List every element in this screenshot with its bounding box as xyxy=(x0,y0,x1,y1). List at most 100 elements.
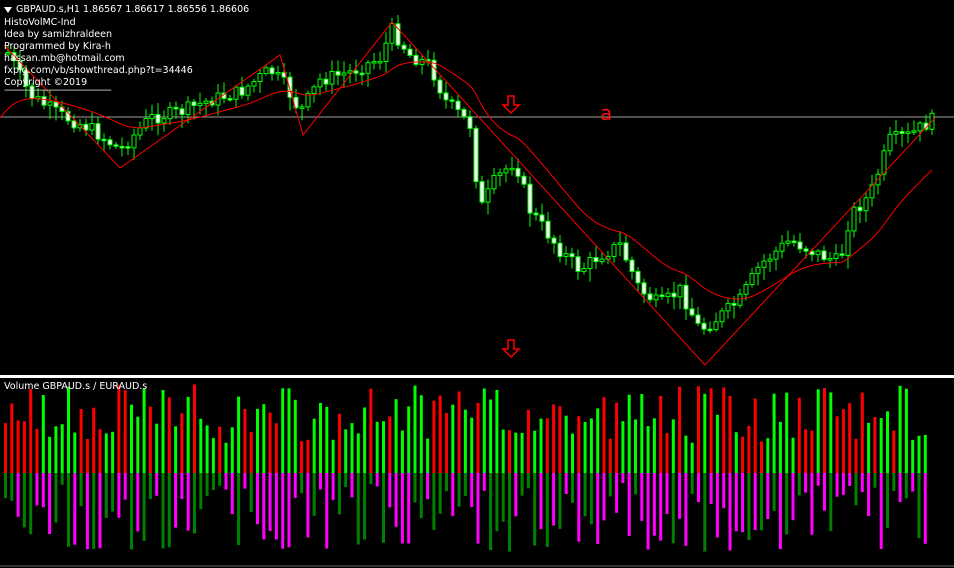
volume-pane[interactable] xyxy=(0,378,954,568)
candle-body xyxy=(155,113,161,124)
volume-bar-down xyxy=(722,473,726,509)
volume-bar-up xyxy=(199,418,203,473)
candle-body xyxy=(89,123,95,131)
volume-bar-down xyxy=(142,473,146,541)
volume-bar-up xyxy=(508,430,511,473)
volume-bar-down xyxy=(785,473,789,535)
volume-bar-up xyxy=(646,426,650,473)
volume-bar-up xyxy=(325,406,329,473)
candle-body xyxy=(113,144,119,147)
candle-body xyxy=(647,293,653,301)
volume-bar-up xyxy=(867,422,871,473)
volume-bar-down xyxy=(22,473,26,528)
candle-body xyxy=(917,122,923,132)
volume-bar-up xyxy=(111,431,115,473)
candle-body xyxy=(455,100,461,111)
volume-bar-down xyxy=(199,473,203,510)
volume-bar-down xyxy=(463,473,467,497)
volume-bar-down xyxy=(48,473,52,535)
candle-body xyxy=(707,328,713,332)
volume-bar-down xyxy=(186,473,190,531)
volume-bar-down xyxy=(520,473,524,496)
volume-bar-up xyxy=(917,435,921,473)
info-line: HistoVolMC-Ind xyxy=(4,17,76,28)
volume-bar-down xyxy=(659,473,663,541)
volume-bar-up xyxy=(230,427,234,473)
volume-bar-down xyxy=(823,473,826,511)
volume-bar-up xyxy=(778,421,782,473)
candle-body xyxy=(539,214,545,222)
candle-body xyxy=(791,240,797,244)
candle-body xyxy=(323,78,329,85)
volume-bar-down xyxy=(79,473,83,507)
volume-bar-up xyxy=(615,402,619,473)
volume-bar-up xyxy=(741,436,745,473)
volume-bar-up xyxy=(394,399,398,473)
candle-body xyxy=(563,253,569,257)
volume-bar-down xyxy=(92,473,96,549)
volume-bar-down xyxy=(760,473,763,531)
volume-bar-down xyxy=(388,473,392,508)
volume-bar-down xyxy=(249,473,253,513)
volume-bar-down xyxy=(136,473,140,532)
volume-bar-down xyxy=(860,473,864,493)
candle-body xyxy=(713,321,719,331)
candle-body xyxy=(119,145,125,149)
candle-body xyxy=(851,206,857,232)
volume-bar-down xyxy=(85,473,89,550)
info-line: fxpig.com/vb/showthread.php?t=34446 xyxy=(4,65,193,76)
volume-bar-up xyxy=(167,397,171,473)
candle-body xyxy=(767,258,773,262)
volume-bar-down xyxy=(10,473,14,501)
candle-body xyxy=(845,230,851,256)
volume-bar-up xyxy=(747,426,751,473)
volume-bar-down xyxy=(174,473,178,528)
volume-bar-down xyxy=(545,473,549,547)
candle-body xyxy=(599,258,605,263)
candle-body xyxy=(95,123,101,140)
volume-bar-down xyxy=(804,473,808,493)
volume-bar-up xyxy=(413,385,417,473)
candle-body xyxy=(665,292,671,298)
volume-bar-up xyxy=(892,430,896,473)
volume-bar-up xyxy=(520,432,524,473)
candle-body xyxy=(377,61,383,64)
candle-body xyxy=(641,282,647,295)
candle-body xyxy=(551,237,557,244)
candle-body xyxy=(509,167,515,171)
candle-body xyxy=(191,101,197,107)
volume-bar-up xyxy=(136,416,140,473)
candle-body xyxy=(743,284,749,295)
volume-bar-up xyxy=(652,418,656,473)
candle-body xyxy=(359,72,365,76)
volume-bar-up xyxy=(608,438,612,473)
volume-bar-down xyxy=(583,473,587,517)
volume-bar-down xyxy=(457,473,461,507)
volume-histogram[interactable] xyxy=(0,378,954,568)
candle-body xyxy=(821,250,827,261)
volume-bar-down xyxy=(268,473,272,531)
volume-bar-down xyxy=(501,473,505,522)
volume-bar-up xyxy=(911,439,915,473)
volume-bar-up xyxy=(501,429,505,473)
volume-bar-up xyxy=(539,418,543,473)
candle-body xyxy=(407,48,413,56)
candle-body xyxy=(371,61,377,64)
volume-bar-up xyxy=(16,420,20,473)
volume-bar-up xyxy=(92,407,96,473)
candle-body xyxy=(629,259,635,272)
candle-body xyxy=(683,284,689,310)
candle-body xyxy=(653,294,659,301)
volume-bar-down xyxy=(766,473,770,519)
candle-body xyxy=(245,85,251,96)
main-chart-pane[interactable]: GBPAUD.s,H1 1.86567 1.86617 1.86556 1.86… xyxy=(0,0,954,375)
volume-bar-up xyxy=(142,388,146,473)
volume-bar-up xyxy=(451,404,455,473)
candle-body xyxy=(437,79,443,94)
volume-bar-up xyxy=(337,413,341,474)
candle-body xyxy=(797,241,803,250)
volume-bar-up xyxy=(722,387,726,473)
candle-body xyxy=(467,116,473,129)
volume-bar-down xyxy=(772,473,776,511)
collapse-triangle-icon[interactable] xyxy=(4,6,12,13)
